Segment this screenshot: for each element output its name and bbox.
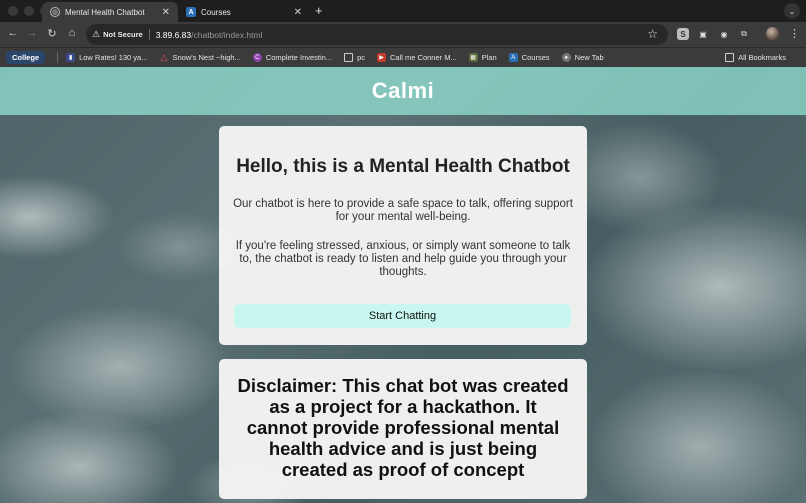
warning-icon[interactable]: ⚠ [92,29,100,40]
site-brand: Calmi [371,78,435,103]
bookmark-pc[interactable]: pc [344,53,365,62]
tab-courses[interactable]: A Courses ✕ [178,2,310,22]
intro-text: Our chatbot is here to provide a safe sp… [233,198,573,223]
menu-icon[interactable]: ⋮ [789,27,800,40]
bookmark-call-me-conner[interactable]: ▶ Call me Conner M... [377,53,457,62]
airbnb-icon: △ [160,52,168,62]
back-icon[interactable]: ← [6,27,20,39]
bookmark-new-tab[interactable]: ● New Tab [561,53,604,62]
tab-search-button[interactable]: ⌄ [784,3,800,19]
chrome-icon: ● [561,53,571,62]
tab-title: Courses [201,7,231,17]
extension-icon[interactable]: S [677,28,689,40]
extension-camera-icon[interactable]: ▣ [697,28,709,40]
close-window-button[interactable] [8,6,18,16]
forward-icon[interactable]: → [25,27,39,39]
bookmark-low-rates[interactable]: ▮ Low Rates! 130 ya... [66,53,147,62]
extensions-puzzle-icon[interactable]: ⧉ [738,28,750,40]
all-bookmarks[interactable]: All Bookmarks [725,53,786,62]
site-header: Calmi [0,67,806,115]
disclaimer-card: Disclaimer: This chat bot was created as… [219,359,587,499]
security-label[interactable]: Not Secure [103,30,143,39]
canvas-icon: A [508,53,518,62]
tab-title: Mental Health Chatbot [65,7,145,17]
reload-icon[interactable]: ↻ [45,27,59,40]
bookmark-courses[interactable]: A Courses [508,53,550,62]
course-icon: C [252,53,262,62]
url-host: 3.89.6.83 [155,29,192,40]
bookmark-plan[interactable]: ▦ Plan [468,53,497,62]
omnibox-divider [148,29,150,40]
bookmark-college[interactable]: College [6,51,46,64]
globe-icon: ◍ [50,7,60,17]
tab-mental-health-chatbot[interactable]: ◍ Mental Health Chatbot ✕ [42,2,178,22]
all-bookmarks-label: All Bookmarks [738,53,786,62]
bookmark-label: pc [357,53,366,62]
bookmark-label: Low Rates! 130 ya... [79,53,148,62]
bookmark-label: Call me Conner M... [390,53,457,62]
bookmark-snows-nest[interactable]: △ Snow's Nest ~high... [159,52,241,62]
url-path: /chatbot/index.html [191,29,263,40]
bookmark-complete-investing[interactable]: C Complete Investin... [252,53,333,62]
close-icon[interactable]: ✕ [294,7,302,18]
bookmarks-bar: College ▮ Low Rates! 130 ya... △ Snow's … [0,47,806,67]
minimize-window-button[interactable] [24,6,34,16]
bookmarks-divider [57,52,59,63]
page-viewport: Calmi Hello, this is a Mental Health Cha… [0,67,806,503]
home-icon[interactable]: ⌂ [65,27,79,39]
new-tab-button[interactable]: + [315,3,323,18]
bookmark-label: New Tab [574,53,604,62]
bookmark-label: College [12,53,40,62]
disclaimer-text: Disclaimer: This chat bot was created as… [237,375,569,480]
bookmark-star-icon[interactable]: ☆ [647,27,658,41]
bookmark-label: Complete Investin... [265,53,333,62]
support-text: If you're feeling stressed, anxious, or … [235,240,571,278]
intro-card: Hello, this is a Mental Health Chatbot O… [219,126,587,345]
canvas-icon: A [186,7,196,17]
address-bar[interactable]: ⚠ Not Secure 3.89.6.83/chatbot/index.htm… [86,24,668,45]
video-icon: ▶ [377,53,387,62]
close-icon[interactable]: ✕ [162,7,170,18]
bookmark-label: Plan [481,53,497,62]
profile-avatar[interactable] [766,27,779,40]
folder-icon [725,53,735,62]
bookmark-label: Snow's Nest ~high... [172,53,241,62]
page-title: Hello, this is a Mental Health Chatbot [236,156,570,177]
tab-strip: ◍ Mental Health Chatbot ✕ A Courses ✕ + … [0,0,806,22]
start-chatting-button[interactable]: Start Chatting [234,304,571,328]
folder-icon [344,53,354,62]
extension-cookie-icon[interactable]: ◉ [718,28,730,40]
ad-icon: ▮ [66,53,76,62]
bookmark-label: Courses [521,53,550,62]
browser-toolbar: ← → ↻ ⌂ ⚠ Not Secure 3.89.6.83/chatbot/i… [0,22,806,47]
plan-icon: ▦ [468,53,478,62]
